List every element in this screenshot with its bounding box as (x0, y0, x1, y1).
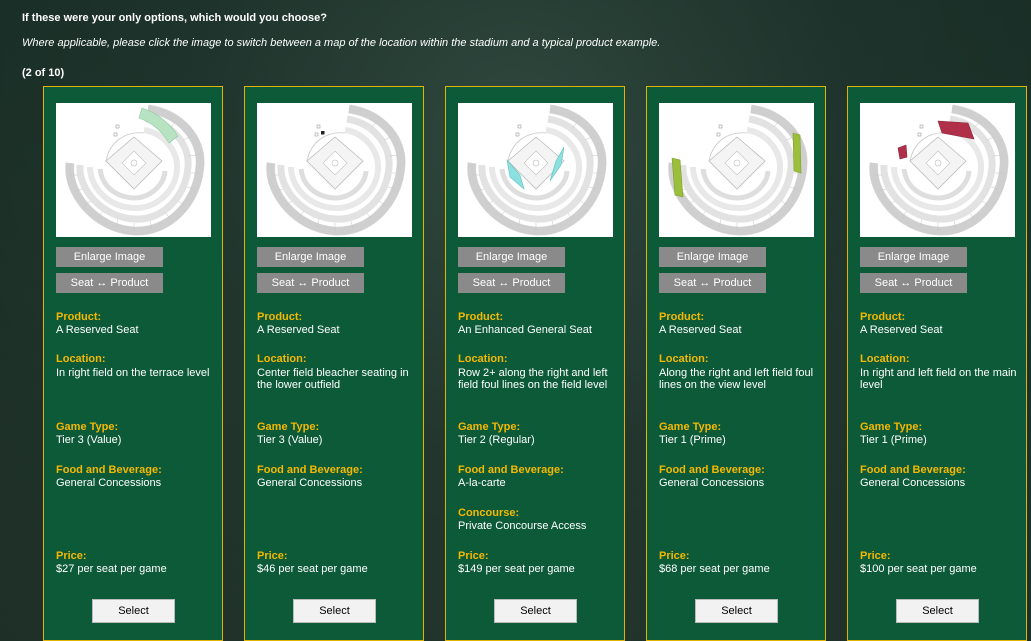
price-value: $149 per seat per game (458, 563, 575, 575)
location-label: Location: (860, 353, 910, 365)
product-value: A Reserved Seat (659, 324, 742, 336)
option-card-5: Enlarge Image Seat ↔ Product Product: A … (847, 86, 1027, 641)
location-value: Center field bleacher seating in the low… (257, 367, 409, 391)
question-counter: (2 of 10) (22, 67, 65, 79)
product-label: Product: (860, 311, 906, 323)
enlarge-image-button[interactable]: Enlarge Image (257, 247, 364, 267)
concourse-label: Concourse: (458, 507, 520, 519)
product-label: Product: (458, 311, 504, 323)
location-value: Along the right and left field foul line… (659, 367, 814, 391)
product-value: A Reserved Seat (56, 324, 139, 336)
stadium-map-image[interactable] (659, 103, 814, 237)
option-card-4: Enlarge Image Seat ↔ Product Product: A … (646, 86, 826, 641)
food-label: Food and Beverage: (257, 464, 363, 476)
location-label: Location: (458, 353, 508, 365)
game-type-value: Tier 1 (Prime) (659, 434, 726, 446)
food-label: Food and Beverage: (659, 464, 765, 476)
food-label: Food and Beverage: (860, 464, 966, 476)
food-value: General Concessions (659, 477, 765, 489)
stadium-map-image[interactable] (257, 103, 412, 237)
seat-product-toggle-button[interactable]: Seat ↔ Product (458, 273, 565, 293)
select-button[interactable]: Select (695, 599, 778, 623)
product-value: A Reserved Seat (257, 324, 340, 336)
location-label: Location: (257, 353, 307, 365)
game-type-value: Tier 2 (Regular) (458, 434, 535, 446)
question-title: If these were your only options, which w… (22, 12, 327, 24)
game-type-label: Game Type: (458, 421, 521, 433)
price-value: $46 per seat per game (257, 563, 368, 575)
seat-product-toggle-button[interactable]: Seat ↔ Product (659, 273, 766, 293)
location-value: In right and left field on the main leve… (860, 367, 1017, 391)
price-label: Price: (860, 550, 891, 562)
food-label: Food and Beverage: (56, 464, 162, 476)
location-value: Row 2+ along the right and left field fo… (458, 367, 608, 391)
location-label: Location: (56, 353, 106, 365)
concourse-value: Private Concourse Access (458, 520, 587, 532)
food-value: General Concessions (56, 477, 162, 489)
game-type-label: Game Type: (860, 421, 923, 433)
seat-product-toggle-button[interactable]: Seat ↔ Product (56, 273, 163, 293)
question-instructions: Where applicable, please click the image… (22, 37, 661, 49)
food-value: General Concessions (860, 477, 966, 489)
price-value: $68 per seat per game (659, 563, 770, 575)
game-type-value: Tier 1 (Prime) (860, 434, 927, 446)
product-value: An Enhanced General Seat (458, 324, 592, 336)
food-label: Food and Beverage: (458, 464, 564, 476)
price-value: $100 per seat per game (860, 563, 977, 575)
stadium-map-image[interactable] (458, 103, 613, 237)
price-label: Price: (458, 550, 489, 562)
location-label: Location: (659, 353, 709, 365)
seat-product-toggle-button[interactable]: Seat ↔ Product (257, 273, 364, 293)
select-button[interactable]: Select (494, 599, 577, 623)
product-value: A Reserved Seat (860, 324, 943, 336)
product-label: Product: (257, 311, 303, 323)
option-card-1: Enlarge Image Seat ↔ Product Product: A … (43, 86, 223, 641)
stadium-map-image[interactable] (56, 103, 211, 237)
enlarge-image-button[interactable]: Enlarge Image (659, 247, 766, 267)
select-button[interactable]: Select (896, 599, 979, 623)
game-type-label: Game Type: (56, 421, 119, 433)
enlarge-image-button[interactable]: Enlarge Image (56, 247, 163, 267)
option-card-3: Enlarge Image Seat ↔ Product Product: An… (445, 86, 625, 641)
price-value: $27 per seat per game (56, 563, 167, 575)
seat-product-toggle-button[interactable]: Seat ↔ Product (860, 273, 967, 293)
product-label: Product: (659, 311, 705, 323)
select-button[interactable]: Select (92, 599, 175, 623)
game-type-label: Game Type: (659, 421, 722, 433)
game-type-value: Tier 3 (Value) (257, 434, 323, 446)
stadium-map-image[interactable] (860, 103, 1015, 237)
option-card-2: Enlarge Image Seat ↔ Product Product: A … (244, 86, 424, 641)
enlarge-image-button[interactable]: Enlarge Image (458, 247, 565, 267)
location-value: In right field on the terrace level (56, 367, 210, 379)
product-label: Product: (56, 311, 102, 323)
select-button[interactable]: Select (293, 599, 376, 623)
food-value: A-la-carte (458, 477, 506, 489)
food-value: General Concessions (257, 477, 363, 489)
price-label: Price: (659, 550, 690, 562)
game-type-value: Tier 3 (Value) (56, 434, 122, 446)
game-type-label: Game Type: (257, 421, 320, 433)
price-label: Price: (257, 550, 288, 562)
enlarge-image-button[interactable]: Enlarge Image (860, 247, 967, 267)
price-label: Price: (56, 550, 87, 562)
